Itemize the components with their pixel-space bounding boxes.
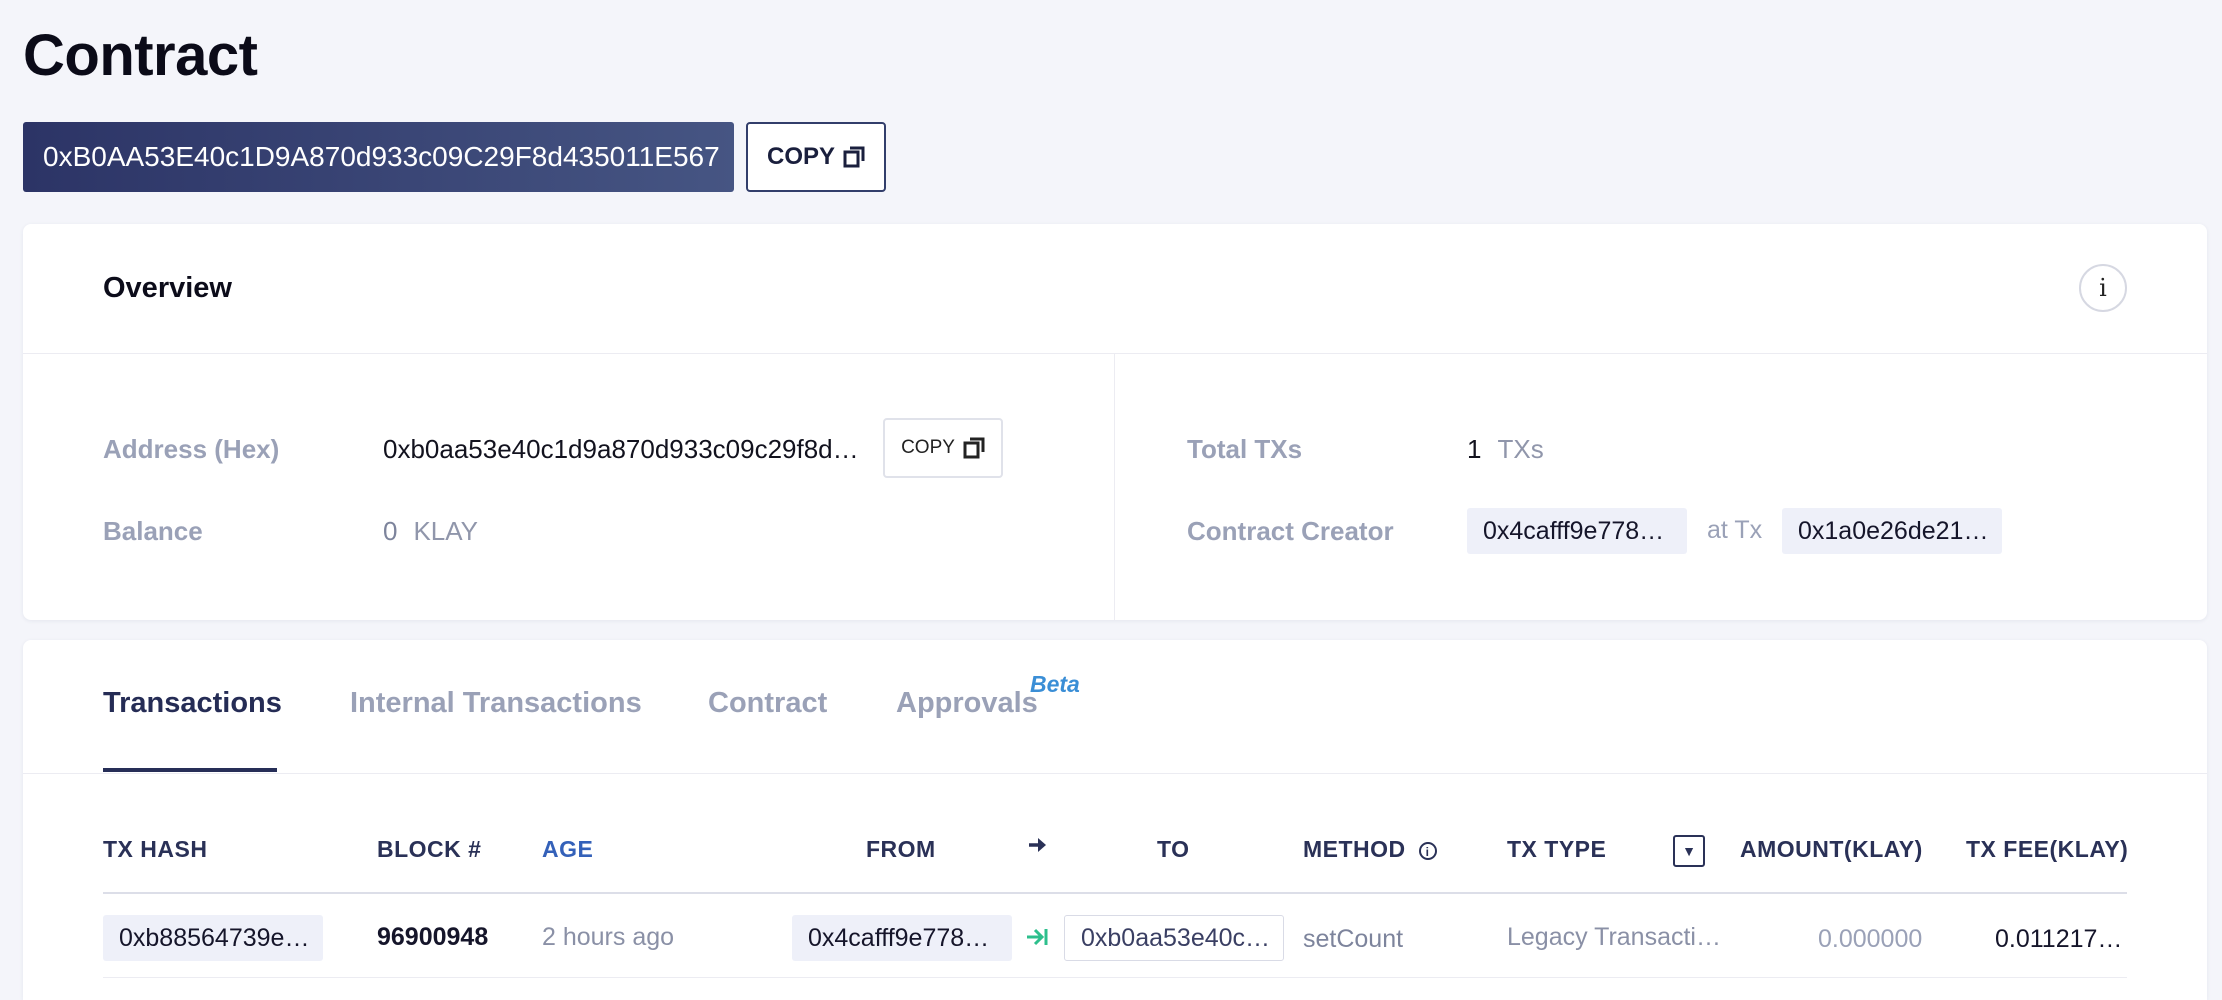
balance-unit: KLAY bbox=[413, 516, 479, 546]
caret-down-icon: ▼ bbox=[1682, 843, 1696, 859]
col-tx-type: TX TYPE bbox=[1507, 836, 1607, 862]
col-tx-hash: TX HASH bbox=[103, 836, 208, 862]
col-block: BLOCK # bbox=[377, 836, 482, 862]
total-txs-label: Total TXs bbox=[1187, 434, 1303, 464]
tab-transactions[interactable]: Transactions bbox=[103, 687, 282, 720]
info-icon[interactable]: i bbox=[2079, 264, 2127, 312]
block-link[interactable]: 96900948 bbox=[377, 923, 488, 952]
copy-icon bbox=[843, 146, 865, 168]
arrow-right-icon bbox=[1026, 833, 1050, 863]
method-value: setCount bbox=[1303, 925, 1404, 953]
age-value: 2 hours ago bbox=[542, 923, 675, 951]
tx-type-filter-dropdown[interactable]: ▼ bbox=[1673, 835, 1705, 867]
tab-internal-transactions[interactable]: Internal Transactions bbox=[350, 687, 642, 720]
address-hex-value: 0xb0aa53e40c1d9a870d933c09c29f8d… bbox=[383, 434, 859, 464]
total-txs-value: 1 TXs bbox=[1467, 434, 1544, 465]
copy-hex-button[interactable]: COPY bbox=[883, 418, 1003, 478]
beta-badge: Beta bbox=[1030, 671, 1080, 697]
copy-label: COPY bbox=[901, 437, 955, 458]
from-address-link[interactable]: 0x4cafff9e778… bbox=[792, 915, 1012, 961]
copy-label: COPY bbox=[766, 143, 835, 170]
col-method-label: METHOD bbox=[1303, 836, 1406, 862]
tab-bar: Transactions Internal Transactions Contr… bbox=[23, 640, 2207, 774]
creator-address-link[interactable]: 0x4cafff9e778… bbox=[1467, 508, 1687, 554]
balance-label: Balance bbox=[103, 516, 203, 546]
overview-title: Overview bbox=[103, 272, 232, 304]
info-icon[interactable]: i bbox=[1418, 841, 1437, 860]
active-tab-indicator bbox=[103, 768, 277, 772]
transactions-card: Transactions Internal Transactions Contr… bbox=[23, 640, 2207, 1000]
total-txs-unit: TXs bbox=[1497, 434, 1544, 464]
col-to: TO bbox=[1157, 836, 1190, 862]
balance-value: 0 KLAY bbox=[383, 516, 478, 547]
total-txs-count: 1 bbox=[1467, 434, 1482, 464]
address-hex-label: Address (Hex) bbox=[103, 434, 280, 464]
header-divider bbox=[103, 892, 2127, 894]
tx-hash-link[interactable]: 0xb88564739e… bbox=[103, 915, 323, 961]
fee-value: 0.011217… bbox=[1995, 925, 2123, 953]
balance-amount: 0 bbox=[383, 516, 398, 546]
col-from: FROM bbox=[866, 836, 936, 862]
contract-address: 0xB0AA53E40c1D9A870d933c09C29F8d435011E5… bbox=[23, 122, 734, 192]
overview-divider bbox=[1114, 354, 1115, 620]
at-tx-label: at Tx bbox=[1707, 516, 1763, 544]
copy-address-button[interactable]: COPY bbox=[746, 122, 886, 192]
amount-value: 0.000000 bbox=[1818, 925, 1923, 953]
contract-creator-label: Contract Creator bbox=[1187, 516, 1394, 546]
col-fee: TX FEE(KLAY) bbox=[1966, 836, 2129, 862]
copy-icon bbox=[963, 437, 985, 459]
direction-arrow-icon bbox=[1025, 926, 1049, 953]
col-age[interactable]: AGE bbox=[542, 836, 593, 863]
tab-approvals[interactable]: Approvals bbox=[896, 687, 1038, 720]
creator-tx-link[interactable]: 0x1a0e26de21… bbox=[1782, 508, 2002, 554]
page-title: Contract bbox=[23, 23, 258, 88]
to-address-link[interactable]: 0xb0aa53e40c… bbox=[1064, 915, 1284, 961]
col-method: METHOD i bbox=[1303, 836, 1437, 863]
overview-card: Overview i Address (Hex) 0xb0aa53e40c1d9… bbox=[23, 224, 2207, 620]
tab-contract[interactable]: Contract bbox=[708, 687, 827, 720]
row-divider bbox=[103, 977, 2127, 978]
overview-header: Overview i bbox=[23, 224, 2207, 354]
col-amount: AMOUNT(KLAY) bbox=[1740, 836, 1923, 862]
tx-type-value: Legacy Transacti… bbox=[1507, 923, 1721, 951]
